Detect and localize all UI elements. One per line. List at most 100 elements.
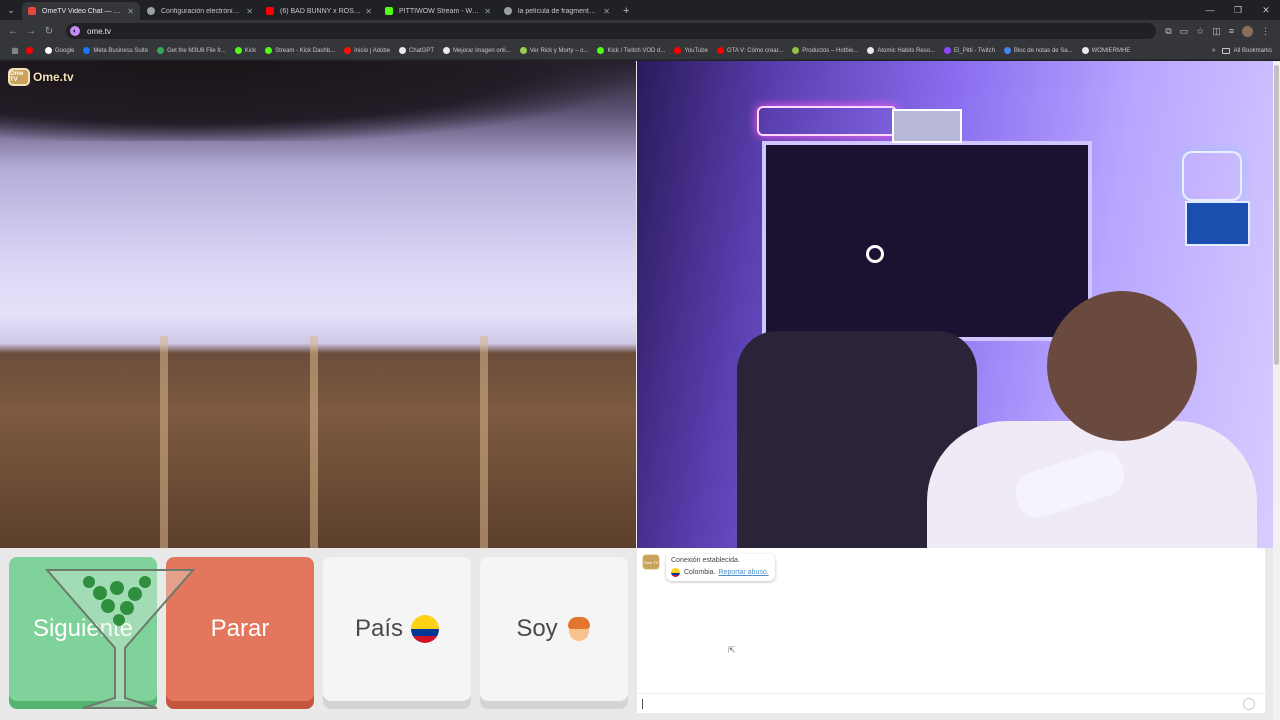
exit-sign (892, 109, 962, 143)
bookmark-item[interactable]: Atomic Habits Reso... (867, 47, 935, 54)
bookmark-label: WOMIERMHE (1091, 47, 1131, 54)
back-arrow-icon[interactable]: ← (4, 26, 22, 37)
bookmark-item[interactable]: YouTube (674, 47, 708, 54)
bookmark-item[interactable]: Productos – Hotbie... (792, 47, 858, 54)
message-input[interactable] (646, 699, 1243, 708)
tab-kick[interactable]: PITTIWOW Stream - Watch Live ✕ (379, 2, 497, 20)
next-button[interactable]: Siguiente (9, 557, 157, 701)
bookmark-item[interactable]: WOMIERMHE (1081, 47, 1131, 54)
report-abuse-link[interactable]: Reportar abuso. (719, 569, 769, 576)
cast-icon[interactable]: ▭ (1180, 26, 1189, 37)
reading-list-icon[interactable]: ≡ (1229, 26, 1234, 37)
close-window-icon[interactable]: ✕ (1252, 0, 1280, 20)
tab-search-icon[interactable]: ⌄ (0, 0, 22, 20)
wood-plank (310, 336, 318, 548)
country-filter-button[interactable]: País (323, 557, 471, 701)
scrollbar[interactable] (1273, 61, 1280, 720)
menu-kebab-icon[interactable]: ⋮ (1261, 26, 1270, 37)
system-message: Ome TV Conexión establecida. Colombia. R… (642, 554, 775, 581)
colombia-flag-icon (671, 568, 680, 577)
self-video (637, 61, 1273, 548)
bookmark-star-icon[interactable]: ☆ (1196, 26, 1204, 37)
neon-sign (757, 106, 897, 136)
stop-button-label: Parar (210, 615, 270, 642)
bookmark-item[interactable]: Google (45, 47, 74, 54)
translate-icon[interactable]: ⧉ (1165, 26, 1171, 37)
bookmark-label: Meta Business Suite (93, 47, 149, 54)
next-button-label: Siguiente (32, 615, 134, 642)
tab-title: (6) BAD BUNNY x ROSALÍA - LA (280, 7, 361, 15)
all-bookmarks-button[interactable]: All Bookmarks (1221, 47, 1272, 54)
scrollbar-thumb[interactable] (1274, 65, 1279, 365)
bookmark-item[interactable]: Get the M3U8 File fr... (157, 47, 226, 54)
tab-configuracion[interactable]: Configuración electrónica cerio ✕ (141, 2, 259, 20)
tab-close-icon[interactable]: ✕ (484, 7, 491, 16)
message-bubble: Conexión establecida. Colombia. Reportar… (666, 554, 775, 581)
tab-ometv[interactable]: OmeTV Video Chat — Ome ✕ (22, 2, 140, 20)
bookmark-item[interactable]: Meta Business Suite (83, 47, 148, 54)
profile-avatar[interactable] (1242, 25, 1253, 37)
bookmark-item[interactable]: El_Pitti - Twitch (944, 47, 995, 54)
tab-google[interactable]: la película de fragmentado - Bu ✕ (498, 2, 616, 20)
bookmark-item[interactable]: Kick / Twitch VOD d... (597, 47, 665, 54)
extensions-icon[interactable]: ◫ (1212, 26, 1221, 37)
gender-select-button[interactable]: Soy (480, 557, 628, 701)
tab-close-icon[interactable]: ✕ (127, 7, 134, 16)
ometv-logo[interactable]: Ome TV Ome.tv (8, 68, 74, 86)
reload-icon[interactable]: ↻ (40, 26, 58, 37)
bookmark-item[interactable]: GTA V: Cómo crear... (716, 47, 783, 54)
window-controls: — ❐ ✕ (1196, 0, 1280, 20)
new-tab-plus-icon[interactable]: + (617, 2, 635, 20)
bookmark-favicon-icon (26, 47, 33, 54)
address-bar[interactable]: ◐ ome.tv (66, 23, 1156, 39)
bookmark-favicon-icon (716, 47, 724, 54)
stranger-video: Ome TV Ome.tv (0, 61, 636, 548)
streamer-head (1047, 291, 1197, 441)
emoji-icon[interactable] (1243, 697, 1255, 710)
bookmark-item[interactable]: Ver Rick y Morty – o... (519, 47, 588, 54)
bookmark-favicon-icon (519, 47, 527, 54)
bookmark-item[interactable]: Kick (234, 47, 257, 54)
bookmark-item[interactable] (26, 47, 36, 54)
site-info-icon[interactable]: ◐ (70, 26, 80, 36)
ometv-avatar-icon: Ome TV (642, 554, 660, 570)
bookmark-label: Atomic Habits Reso... (877, 47, 936, 54)
stop-button[interactable]: Parar (166, 557, 314, 701)
bookmarks-overflow-icon[interactable]: » (1212, 47, 1216, 54)
tab-close-icon[interactable]: ✕ (365, 7, 372, 16)
google-favicon-icon (504, 7, 512, 15)
tab-youtube[interactable]: (6) BAD BUNNY x ROSALÍA - LA ✕ (260, 2, 378, 20)
bookmark-item[interactable]: ChatGPT (399, 47, 434, 54)
bookmark-favicon-icon (944, 47, 952, 54)
bookmark-label: Productos – Hotbie... (802, 47, 859, 54)
bookmark-label: YouTube (684, 47, 708, 54)
colombia-flag-icon (411, 615, 440, 643)
all-bookmarks-label: All Bookmarks (1233, 47, 1272, 54)
tab-close-icon[interactable]: ✕ (246, 7, 253, 16)
bookmark-item[interactable]: Inicio | Adobe (344, 47, 390, 54)
bookmark-label: Bloc de notas de Sa... (1013, 47, 1073, 54)
bookmark-label: Kick (244, 47, 257, 54)
forward-arrow-icon[interactable]: → (22, 26, 40, 37)
bookmark-item[interactable]: Stream - Kick Dashb... (265, 47, 335, 54)
folder-icon (1221, 47, 1230, 54)
chat-panel: Ome TV Conexión establecida. Colombia. R… (637, 548, 1265, 713)
tv-logo-icon: Ome TV (8, 68, 30, 86)
bookmark-item[interactable]: Bloc de notas de Sa... (1003, 47, 1073, 54)
minimize-icon[interactable]: — (1196, 0, 1224, 20)
apps-grid-icon[interactable]: ▦ (4, 46, 26, 55)
bookmark-favicon-icon (792, 47, 800, 54)
mouse-cursor-icon: ⇱ (728, 645, 736, 655)
bookmark-label: Get the M3U8 File fr... (167, 47, 226, 54)
bookmark-item[interactable]: Mejorar imagen onli... (443, 47, 511, 54)
bookmark-favicon-icon (399, 47, 407, 54)
bookmark-label: El_Pitti - Twitch (954, 47, 995, 54)
bookmark-label: Kick / Twitch VOD d... (607, 47, 666, 54)
bookmark-favicon-icon (265, 47, 273, 54)
country-button-label: País (354, 615, 404, 642)
bookmark-favicon-icon (1003, 47, 1011, 54)
maximize-icon[interactable]: ❐ (1224, 0, 1252, 20)
connection-status-text: Conexión establecida. (671, 557, 740, 564)
video-shadow (0, 61, 636, 141)
tab-close-icon[interactable]: ✕ (603, 7, 610, 16)
